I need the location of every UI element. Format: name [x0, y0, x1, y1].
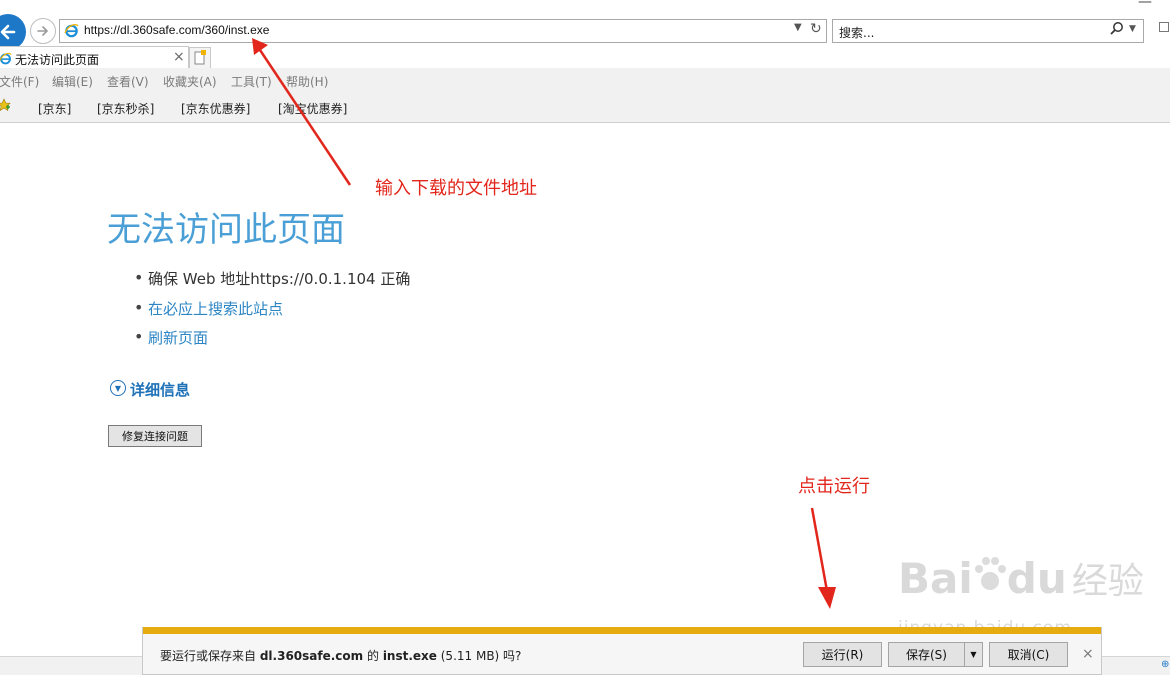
status-bar: [0, 656, 142, 675]
download-message-prefix: 要运行或保存来自: [160, 649, 260, 663]
back-arrow-icon: [0, 24, 16, 40]
close-icon[interactable]: ×: [173, 49, 185, 65]
save-options-chevron-down-icon[interactable]: ▼: [964, 642, 983, 667]
favorite-link[interactable]: [京东]: [38, 100, 71, 117]
chevron-down-icon[interactable]: ▼: [110, 380, 126, 396]
new-tab-icon: [194, 50, 206, 65]
menu-favorites[interactable]: 收藏夹(A): [163, 73, 217, 90]
search-box[interactable]: 搜索... ▼: [832, 19, 1144, 43]
menu-view[interactable]: 查看(V): [107, 73, 149, 90]
annotation-arrow: [252, 38, 352, 186]
favorite-link[interactable]: [京东秒杀]: [97, 100, 154, 117]
baidu-watermark: Baidu 经验 jingyan.baidu.com: [898, 552, 1144, 638]
search-input[interactable]: 搜索...: [839, 24, 874, 41]
annotation-text: 点击运行: [798, 476, 870, 497]
watermark-cn: 经验: [1071, 561, 1144, 602]
cancel-button[interactable]: 取消(C): [989, 642, 1068, 667]
bullet-dot: •: [134, 327, 144, 346]
bullet-dot: •: [134, 268, 144, 287]
chevron-down-icon[interactable]: ▼: [794, 22, 802, 33]
save-button[interactable]: 保存(S): [888, 642, 965, 667]
refresh-icon[interactable]: ↻: [810, 21, 822, 37]
ie-logo-icon: [0, 50, 12, 69]
run-button[interactable]: 运行(R): [803, 642, 882, 667]
forward-button[interactable]: [30, 18, 56, 44]
favorites-star-icon[interactable]: [0, 98, 11, 116]
tab-active[interactable]: 无法访问此页面 ×: [0, 46, 189, 69]
refresh-page-link[interactable]: 刷新页面: [148, 327, 208, 348]
close-icon[interactable]: ×: [1082, 646, 1094, 662]
download-size: (5.11 MB) 吗?: [436, 649, 522, 663]
minimize-icon[interactable]: —: [1138, 0, 1152, 10]
page-title: 无法访问此页面: [107, 210, 345, 250]
chevron-down-icon[interactable]: ▼: [1129, 24, 1136, 34]
menu-edit[interactable]: 编辑(E): [52, 73, 93, 90]
download-message: 要运行或保存来自 dl.360safe.com 的 inst.exe (5.11…: [160, 647, 521, 664]
watermark-brand: Bai: [898, 554, 973, 603]
watermark-brand-tail: du: [1006, 554, 1067, 603]
bing-search-link[interactable]: 在必应上搜索此站点: [148, 298, 283, 319]
zoom-icon[interactable]: ⊕: [1161, 659, 1169, 670]
bullet-dot: •: [134, 298, 144, 317]
paw-icon: [974, 557, 1006, 590]
tab-label: 无法访问此页面: [15, 53, 100, 67]
ie-logo-icon: [64, 23, 79, 42]
address-bar[interactable]: https://dl.360safe.com/360/inst.exe ▼ ↻: [59, 19, 827, 43]
favorites-bar: [京东] [京东秒杀] [京东优惠券] [淘宝优惠券]: [0, 92, 1170, 123]
menu-bar: 文件(F) 编辑(E) 查看(V) 收藏夹(A) 工具(T) 帮助(H): [0, 68, 1170, 92]
annotation-arrow: [810, 507, 836, 609]
download-filename: inst.exe: [382, 649, 437, 663]
list-item: 确保 Web 地址https://0.0.1.104 正确: [148, 270, 411, 288]
download-bar-accent: [143, 627, 1101, 634]
search-icon[interactable]: [1109, 21, 1124, 40]
new-tab-button[interactable]: [189, 47, 211, 69]
forward-arrow-icon: [37, 26, 49, 36]
fix-connection-button[interactable]: 修复连接问题: [108, 425, 202, 447]
restore-icon[interactable]: [1159, 22, 1169, 32]
status-bar: ⊕: [1101, 656, 1170, 675]
more-info-link[interactable]: 详细信息: [130, 379, 190, 400]
annotation-text: 输入下载的文件地址: [375, 178, 537, 199]
menu-file[interactable]: 文件(F): [0, 73, 39, 90]
download-notification-bar: 要运行或保存来自 dl.360safe.com 的 inst.exe (5.11…: [142, 627, 1102, 675]
download-message-mid: 的: [363, 649, 383, 663]
download-domain: dl.360safe.com: [259, 649, 364, 663]
